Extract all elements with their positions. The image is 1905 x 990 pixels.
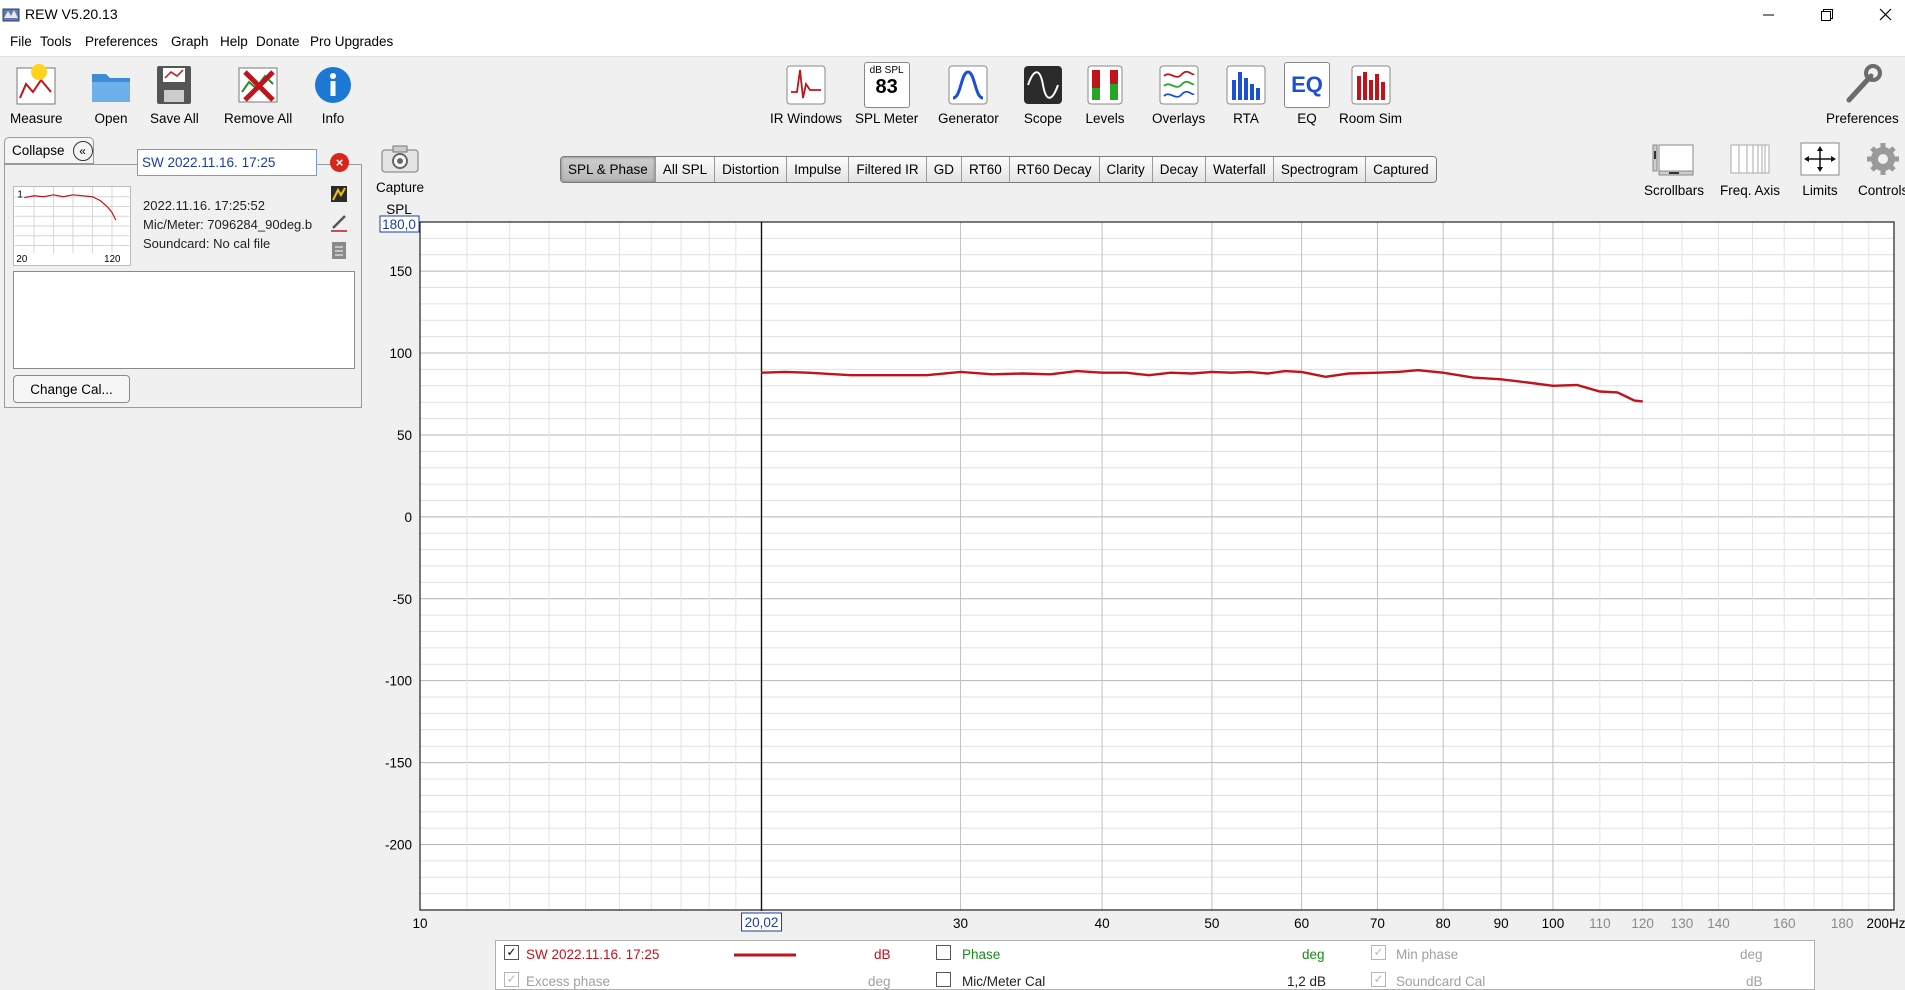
spl-phase-graph[interactable]: 150 100 50 0 -50 -100 -150 -200 10 30 40 50 60 70 80 9… bbox=[0, 0, 1905, 935]
x-tick-label: 60 bbox=[1294, 916, 1309, 931]
legend-mic-meter-cal-label: Mic/Meter Cal bbox=[962, 974, 1046, 989]
x-axis: 10 30 40 50 60 70 80 90 100 110 120 130 140 160 180 200… bbox=[412, 916, 1905, 931]
y-tick-label: -100 bbox=[385, 674, 412, 689]
x-tick-label: 100 bbox=[1542, 916, 1565, 931]
y-axis: 150 100 50 0 -50 -100 -150 -200 bbox=[385, 264, 412, 852]
x-tick-label: 120 bbox=[1631, 916, 1654, 931]
legend-series-swatch bbox=[734, 953, 796, 957]
x-tick-label: 80 bbox=[1436, 916, 1451, 931]
cursor-readout[interactable]: 20,02 bbox=[741, 912, 783, 932]
y-tick-label: 100 bbox=[389, 346, 412, 361]
y-tick-label: -50 bbox=[392, 592, 412, 607]
mic-meter-cal-checkbox[interactable] bbox=[936, 972, 951, 987]
x-tick-label: 40 bbox=[1095, 916, 1110, 931]
legend-mic-meter-cal-unit: 1,2 dB bbox=[1287, 974, 1327, 989]
x-axis-end-label: 200Hz bbox=[1866, 916, 1905, 931]
y-top-readout-value: 180,0 bbox=[382, 217, 416, 232]
x-tick-label: 140 bbox=[1707, 916, 1730, 931]
legend-series-name: SW 2022.11.16. 17:25 bbox=[526, 947, 660, 962]
legend-series-unit: dB bbox=[874, 947, 891, 962]
y-tick-label: -200 bbox=[385, 837, 412, 852]
legend-excess-phase-unit: deg bbox=[868, 974, 891, 989]
x-tick-label: 180 bbox=[1831, 916, 1854, 931]
legend-min-phase-label: Min phase bbox=[1396, 947, 1459, 962]
x-tick-label: 10 bbox=[412, 916, 427, 931]
soundcard-cal-checkbox[interactable]: ✓ bbox=[1371, 972, 1386, 987]
legend-soundcard-cal-label: Soundcard Cal bbox=[1396, 974, 1486, 989]
x-tick-label: 70 bbox=[1370, 916, 1385, 931]
excess-phase-checkbox[interactable]: ✓ bbox=[504, 972, 519, 987]
y-axis-title: SPL bbox=[386, 202, 412, 217]
x-tick-label: 130 bbox=[1671, 916, 1694, 931]
legend-soundcard-cal-unit: dB bbox=[1746, 974, 1763, 989]
rew-window: REW V5.20.13 File Tools Preferences Grap… bbox=[0, 0, 1905, 990]
x-tick-label: 110 bbox=[1589, 916, 1611, 931]
y-tick-label: -150 bbox=[385, 756, 412, 771]
series-visible-checkbox[interactable]: ✓ bbox=[504, 945, 519, 960]
legend-phase-label: Phase bbox=[962, 947, 1001, 962]
y-top-readout[interactable]: 180,0 bbox=[379, 215, 420, 233]
x-tick-label: 30 bbox=[953, 916, 968, 931]
x-tick-label: 90 bbox=[1494, 916, 1509, 931]
legend-excess-phase-label: Excess phase bbox=[526, 974, 611, 989]
phase-checkbox[interactable] bbox=[936, 945, 951, 960]
y-tick-label: 0 bbox=[404, 510, 412, 525]
min-phase-checkbox[interactable]: ✓ bbox=[1371, 945, 1386, 960]
cursor-readout-value: 20,02 bbox=[745, 915, 779, 930]
legend-phase-unit: deg bbox=[1302, 947, 1325, 962]
legend-min-phase-unit: deg bbox=[1740, 947, 1763, 962]
y-tick-label: 50 bbox=[397, 428, 412, 443]
x-tick-label: 160 bbox=[1773, 916, 1796, 931]
legend-panel: ✓ SW 2022.11.16. 17:25 dB Phase deg ✓ Mi… bbox=[495, 940, 1815, 990]
y-tick-label: 150 bbox=[389, 264, 412, 279]
x-tick-label: 50 bbox=[1204, 916, 1219, 931]
